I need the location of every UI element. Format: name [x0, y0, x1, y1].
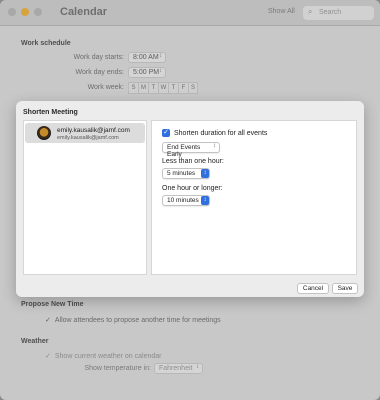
less-than-hour-popup[interactable]: 5 minutes ↕	[162, 168, 210, 179]
chevron-updown-icon: ↕	[201, 196, 209, 205]
day-monday[interactable]: M	[138, 82, 148, 94]
account-list-item[interactable]: emily.kausalik@jamf.com emily.kausalik@j…	[25, 123, 145, 143]
work-day-ends-stepper[interactable]: 5:00 PM ↕	[128, 67, 166, 78]
stepper-arrows-icon[interactable]: ↕	[159, 68, 162, 74]
search-placeholder: Search	[319, 9, 342, 16]
day-tuesday[interactable]: T	[148, 82, 158, 94]
account-email: emily.kausalik@jamf.com	[57, 135, 119, 141]
avatar	[37, 126, 51, 140]
chevron-updown-icon: ↕	[196, 364, 199, 370]
work-schedule-title: Work schedule	[21, 40, 71, 47]
weather-title: Weather	[21, 338, 49, 345]
chevron-updown-icon: ↕	[213, 143, 216, 149]
day-friday[interactable]: F	[178, 82, 188, 94]
show-weather-checkbox[interactable]: ✓ Show current weather on calendar	[45, 352, 162, 360]
work-day-ends-label: Work day ends:	[75, 69, 124, 76]
shorten-duration-label: Shorten duration for all events	[174, 129, 268, 137]
window-title: Calendar	[60, 6, 108, 18]
hour-or-longer-popup[interactable]: 10 minutes ↕	[162, 195, 210, 206]
temperature-unit-label: Show temperature in:	[84, 365, 151, 372]
hour-or-longer-value: 10 minutes	[167, 197, 199, 204]
hour-or-longer-label: One hour or longer:	[162, 185, 223, 192]
shorten-mode-value: End Events Early	[167, 144, 201, 158]
day-saturday[interactable]: S	[188, 82, 198, 94]
shorten-mode-popup[interactable]: End Events Early ↕	[162, 142, 220, 158]
temperature-unit-value: Fahrenheit	[159, 365, 193, 372]
allow-propose-label: Allow attendees to propose another time …	[54, 317, 221, 324]
search-icon: ⌕	[308, 7, 313, 16]
less-than-hour-value: 5 minutes	[167, 170, 196, 177]
day-wednesday[interactable]: W	[158, 82, 168, 94]
shorten-meeting-sheet: Shorten Meeting emily.kausalik@jamf.com …	[16, 101, 364, 297]
title-bar: Calendar Show All ⌕ Search	[0, 0, 380, 26]
minimize-window-button[interactable]	[21, 8, 29, 16]
show-all-button[interactable]: Show All	[268, 8, 295, 15]
stepper-arrows-icon[interactable]: ↕	[159, 53, 162, 59]
checkmark-icon: ✓	[45, 317, 51, 324]
work-day-starts-value: 8:00 AM	[133, 54, 159, 61]
zoom-window-button[interactable]	[34, 8, 42, 16]
save-button[interactable]: Save	[332, 283, 358, 294]
checkmark-icon: ✓	[45, 353, 51, 360]
work-week-label: Work week:	[87, 84, 124, 91]
account-list: emily.kausalik@jamf.com emily.kausalik@j…	[23, 120, 147, 275]
day-thursday[interactable]: T	[168, 82, 178, 94]
work-day-ends-value: 5:00 PM	[133, 69, 160, 76]
temperature-unit-popup[interactable]: Fahrenheit ↕	[154, 363, 203, 374]
account-name: emily.kausalik@jamf.com	[57, 127, 130, 134]
search-field[interactable]: ⌕ Search	[303, 6, 374, 20]
allow-propose-checkbox[interactable]: ✓ Allow attendees to propose another time…	[45, 316, 221, 324]
close-window-button[interactable]	[8, 8, 16, 16]
work-day-starts-stepper[interactable]: 8:00 AM ↕	[128, 52, 166, 63]
propose-new-time-title: Propose New Time	[21, 301, 84, 308]
show-weather-label: Show current weather on calendar	[54, 353, 162, 360]
work-week-day-selector: S M T W T F S	[128, 82, 198, 94]
sheet-title: Shorten Meeting	[23, 109, 78, 116]
less-than-hour-label: Less than one hour:	[162, 158, 224, 165]
day-sunday[interactable]: S	[128, 82, 138, 94]
shorten-settings-pane: ✓ Shorten duration for all events End Ev…	[151, 120, 357, 275]
shorten-duration-checkbox[interactable]: ✓ Shorten duration for all events	[162, 129, 267, 137]
checkmark-icon[interactable]: ✓	[162, 129, 170, 137]
work-day-starts-label: Work day starts:	[73, 54, 124, 61]
cancel-button[interactable]: Cancel	[297, 283, 329, 294]
chevron-updown-icon: ↕	[201, 169, 209, 178]
